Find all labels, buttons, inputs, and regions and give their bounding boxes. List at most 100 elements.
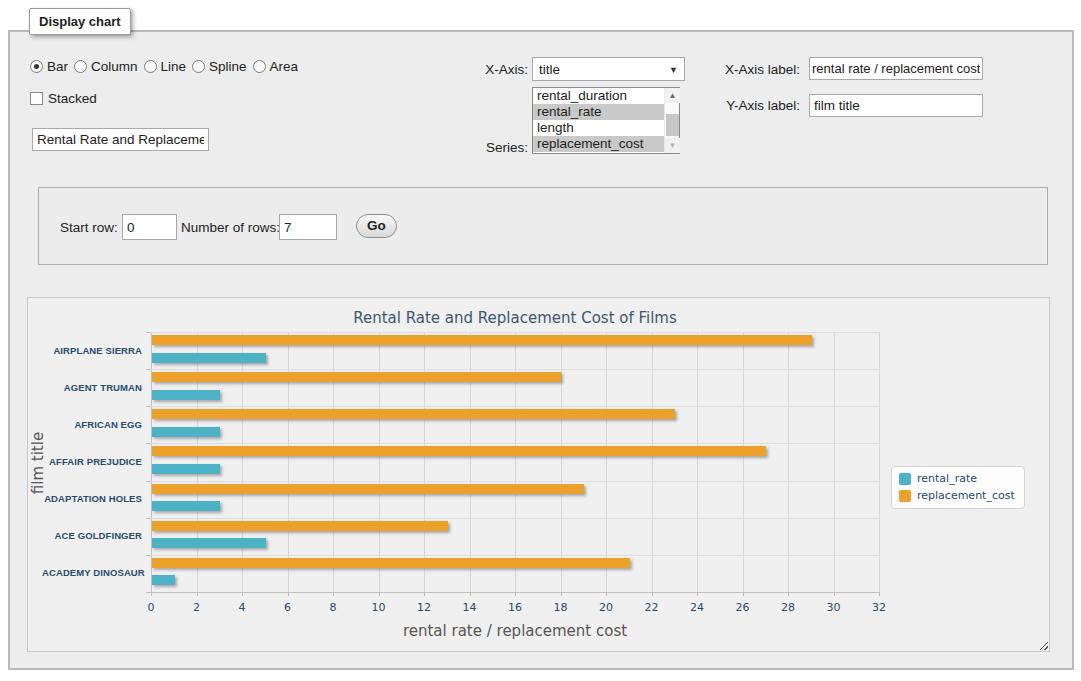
scroll-down-icon[interactable]: ▼	[665, 138, 680, 153]
x-gridline	[151, 332, 152, 592]
legend-swatch	[899, 473, 911, 485]
radio-icon[interactable]	[253, 60, 266, 73]
chart-legend: rental_rate replacement_cost	[891, 466, 1025, 509]
x-tickmark	[879, 592, 880, 596]
x-tick-label: 0	[131, 601, 171, 614]
y-gridline	[151, 481, 879, 482]
y-gridline	[151, 443, 879, 444]
start-row-input[interactable]	[122, 214, 177, 240]
go-button[interactable]: Go	[356, 214, 397, 238]
series-option-rental_duration[interactable]: rental_duration	[533, 88, 664, 104]
chart-type-radio-spline[interactable]: Spline	[192, 59, 247, 74]
x-tick-label: 24	[677, 601, 717, 614]
y-gridline	[151, 406, 879, 407]
category-label: AGENT TRUMAN	[42, 382, 142, 393]
x-gridline	[697, 332, 698, 592]
radio-icon[interactable]	[192, 60, 205, 73]
xaxis-selected-value: title	[539, 62, 560, 77]
radio-icon[interactable]	[144, 60, 157, 73]
scrollbar-thumb[interactable]	[666, 114, 679, 136]
chart-title-input[interactable]	[32, 128, 209, 151]
stacked-checkbox[interactable]	[30, 92, 43, 105]
series-options: rental_durationrental_ratelengthreplacem…	[533, 88, 679, 152]
x-tick-label: 4	[222, 601, 262, 614]
legend-entry-rental_rate[interactable]: rental_rate	[899, 472, 1015, 485]
x-gridline	[379, 332, 380, 592]
x-gridline	[515, 332, 516, 592]
num-rows-input[interactable]	[279, 214, 337, 240]
bar-replacement_cost	[152, 372, 561, 382]
chart-type-radio-column[interactable]: Column	[74, 59, 138, 74]
x-gridline	[652, 332, 653, 592]
listbox-scrollbar[interactable]: ▲ ▼	[664, 88, 679, 153]
x-tick-label: 8	[313, 601, 353, 614]
y-tickmark	[146, 518, 151, 519]
x-tick-label: 18	[541, 601, 581, 614]
x-gridline	[561, 332, 562, 592]
category-label: ACE GOLDFINGER	[42, 530, 142, 541]
legend-entry-replacement_cost[interactable]: replacement_cost	[899, 489, 1015, 502]
chart-container: Rental Rate and Replacement Cost of Film…	[27, 297, 1050, 652]
x-tick-label: 2	[177, 601, 217, 614]
yaxis-label-input[interactable]	[809, 94, 983, 117]
stacked-checkbox-row[interactable]: Stacked	[30, 91, 97, 106]
y-tickmark	[146, 406, 151, 407]
series-option-length[interactable]: length	[533, 120, 664, 136]
x-tick-label: 30	[814, 601, 854, 614]
bar-rental_rate	[152, 390, 220, 400]
legend-swatch	[899, 490, 911, 502]
y-gridline	[151, 369, 879, 370]
x-gridline	[288, 332, 289, 592]
bar-replacement_cost	[152, 484, 584, 494]
bar-replacement_cost	[152, 446, 766, 456]
category-label: AFFAIR PREJUDICE	[42, 456, 142, 467]
resize-handle-icon[interactable]	[1037, 639, 1048, 650]
scroll-up-icon[interactable]: ▲	[665, 88, 680, 103]
x-tick-label: 20	[586, 601, 626, 614]
bar-replacement_cost	[152, 558, 630, 568]
series-listbox[interactable]: rental_durationrental_ratelengthreplacem…	[532, 87, 680, 154]
radio-label: Bar	[47, 59, 68, 74]
x-tick-label: 28	[768, 601, 808, 614]
y-tickmark	[146, 481, 151, 482]
category-label: AIRPLANE SIERRA	[42, 345, 142, 356]
num-rows-label: Number of rows:	[181, 220, 277, 235]
y-tickmark	[146, 369, 151, 370]
x-axis-line	[151, 592, 879, 593]
radio-icon[interactable]	[74, 60, 87, 73]
panel-title: Display chart	[39, 14, 121, 29]
x-gridline	[242, 332, 243, 592]
chart-type-radio-line[interactable]: Line	[144, 59, 187, 74]
bar-rental_rate	[152, 501, 220, 511]
radio-label: Column	[91, 59, 138, 74]
dropdown-arrow-icon: ▼	[669, 65, 678, 75]
xaxis-select[interactable]: title ▼	[532, 57, 685, 81]
chart-type-radio-bar[interactable]: Bar	[30, 59, 68, 74]
xaxis-label-input[interactable]	[809, 57, 983, 80]
y-gridline	[151, 518, 879, 519]
panel-title-tab: Display chart	[29, 8, 131, 35]
series-option-rental_rate[interactable]: rental_rate	[533, 104, 664, 120]
radio-label: Spline	[209, 59, 247, 74]
radio-label: Area	[270, 59, 299, 74]
x-tick-label: 16	[495, 601, 535, 614]
legend-label: replacement_cost	[917, 489, 1015, 502]
bar-rental_rate	[152, 427, 220, 437]
chart-type-radio-group: Bar Column Line Spline Area	[30, 59, 304, 74]
category-label: ADAPTATION HOLES	[42, 493, 142, 504]
legend-label: rental_rate	[917, 472, 977, 485]
x-gridline	[788, 332, 789, 592]
bar-replacement_cost	[152, 409, 675, 419]
y-tickmark	[146, 332, 151, 333]
radio-icon[interactable]	[30, 60, 43, 73]
x-gridline	[197, 332, 198, 592]
x-gridline	[424, 332, 425, 592]
x-gridline	[834, 332, 835, 592]
x-gridline	[879, 332, 880, 592]
x-tick-label: 10	[359, 601, 399, 614]
x-gridline	[333, 332, 334, 592]
x-tick-label: 32	[859, 601, 899, 614]
series-option-replacement_cost[interactable]: replacement_cost	[533, 136, 664, 152]
bar-replacement_cost	[152, 521, 448, 531]
chart-type-radio-area[interactable]: Area	[253, 59, 299, 74]
